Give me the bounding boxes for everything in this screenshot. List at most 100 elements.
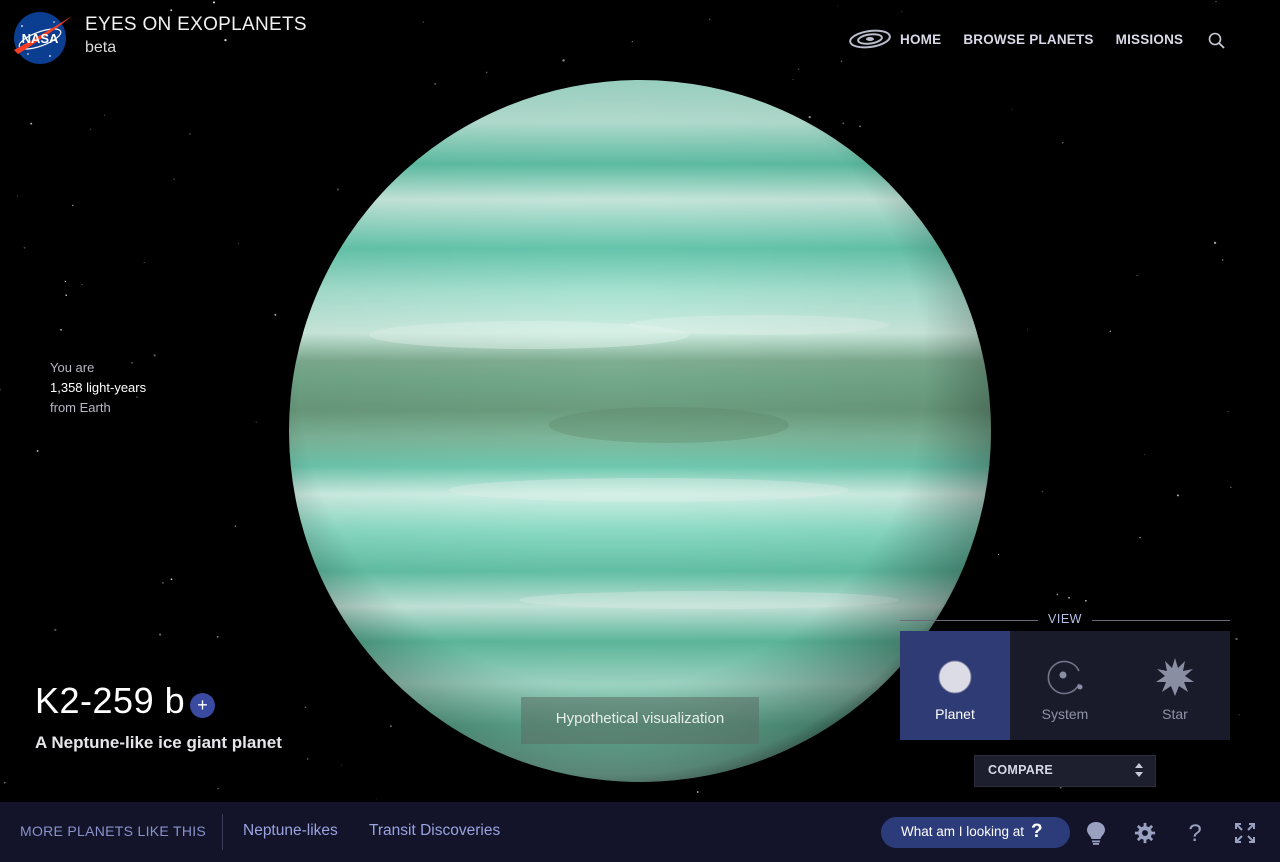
category-neptune-likes[interactable]: Neptune-likes xyxy=(243,822,338,840)
star-dot xyxy=(212,1,216,4)
star-dot xyxy=(170,9,173,12)
nasa-wordmark: NASA xyxy=(22,31,59,46)
nasa-logo[interactable]: NASA xyxy=(10,10,76,66)
star-dot xyxy=(1011,108,1013,110)
star-dot xyxy=(64,280,66,283)
star-dot xyxy=(840,60,843,63)
star-dot xyxy=(16,195,18,197)
star-dot xyxy=(1144,454,1145,456)
app-title: EYES ON EXOPLANETS xyxy=(85,14,307,35)
what-am-i-looking-at-button[interactable]: What am I looking at ? xyxy=(881,817,1070,848)
star-dot xyxy=(304,706,307,709)
view-title: VIEW xyxy=(1048,612,1082,626)
view-planet-label: Planet xyxy=(935,706,975,722)
star-dot xyxy=(422,21,424,23)
distance-suffix: from Earth xyxy=(50,400,111,415)
star-dot xyxy=(709,18,711,20)
star-dot xyxy=(153,354,156,357)
star-dot xyxy=(792,79,794,81)
bottom-divider xyxy=(222,814,223,850)
star-dot xyxy=(71,204,74,207)
star-dot xyxy=(1136,275,1138,277)
star-dot xyxy=(30,122,33,125)
fullscreen-icon[interactable] xyxy=(1234,821,1256,845)
star-dot xyxy=(158,633,162,636)
planet-tagline: A Neptune-like ice giant planet xyxy=(35,733,282,752)
system-icon xyxy=(1047,660,1083,695)
view-selector: Planet System Star xyxy=(900,631,1230,740)
add-planet-button[interactable]: + xyxy=(190,693,215,718)
star-icon xyxy=(1156,658,1194,696)
top-nav: HOME BROWSE PLANETS MISSIONS xyxy=(848,26,1227,52)
star-dot xyxy=(337,188,339,191)
star-dot xyxy=(1062,142,1064,144)
star-dot xyxy=(60,328,62,331)
star-dot xyxy=(1068,596,1071,599)
star-dot xyxy=(1041,490,1044,493)
star-dot xyxy=(238,242,239,244)
star-dot xyxy=(65,294,67,296)
search-icon[interactable] xyxy=(1207,31,1227,51)
star-dot xyxy=(1227,411,1229,413)
galaxy-icon[interactable] xyxy=(848,27,892,51)
help-icon[interactable]: ? xyxy=(1184,821,1206,845)
star-dot xyxy=(170,578,173,581)
star-dot xyxy=(234,525,236,527)
compare-dropdown[interactable]: COMPARE xyxy=(974,755,1156,787)
view-header: VIEW xyxy=(900,611,1230,629)
star-dot xyxy=(54,628,57,632)
star-dot xyxy=(797,68,800,70)
nav-home[interactable]: HOME xyxy=(900,32,941,47)
question-mark-icon: ? xyxy=(1031,821,1043,842)
category-transit-discoveries[interactable]: Transit Discoveries xyxy=(369,822,500,840)
star-dot xyxy=(837,5,839,7)
star-dot xyxy=(1238,714,1240,716)
star-dot xyxy=(307,758,309,760)
star-dot xyxy=(255,421,257,423)
more-planets-label: MORE PLANETS LIKE THIS xyxy=(20,823,207,839)
star-dot xyxy=(1109,330,1112,333)
planet-visualization[interactable] xyxy=(289,80,991,782)
star-dot xyxy=(189,133,191,135)
star-dot xyxy=(842,122,845,125)
star-dot xyxy=(562,59,565,62)
star-dot xyxy=(808,115,811,119)
planet-icon xyxy=(938,660,972,694)
star-dot xyxy=(104,114,106,116)
star-dot xyxy=(161,581,164,584)
distance-prefix: You are xyxy=(50,360,95,375)
star-dot xyxy=(434,82,437,85)
star-dot xyxy=(89,128,91,130)
what-label: What am I looking at xyxy=(901,824,1025,839)
star-dot xyxy=(1235,637,1238,641)
star-dot xyxy=(274,313,277,316)
planet-name: K2-259 b xyxy=(35,680,186,721)
nav-browse-planets[interactable]: BROWSE PLANETS xyxy=(963,32,1093,47)
star-dot xyxy=(1221,259,1224,261)
star-dot xyxy=(224,38,227,42)
view-star-button[interactable]: Star xyxy=(1120,631,1230,740)
star-dot xyxy=(696,791,699,793)
star-dot xyxy=(1056,593,1059,596)
star-dot xyxy=(173,178,175,180)
lightbulb-icon[interactable] xyxy=(1085,821,1107,845)
star-dot xyxy=(1213,241,1217,245)
star-dot xyxy=(485,71,488,74)
dropdown-arrows-icon xyxy=(1135,763,1143,777)
star-dot xyxy=(143,262,145,263)
star-dot xyxy=(1176,494,1179,497)
star-dot xyxy=(340,764,342,766)
gear-icon[interactable] xyxy=(1134,821,1156,845)
visualization-note: Hypothetical visualization xyxy=(521,697,759,744)
view-planet-button[interactable]: Planet xyxy=(900,631,1010,740)
star-dot xyxy=(216,635,219,638)
view-star-label: Star xyxy=(1162,706,1188,722)
nav-missions[interactable]: MISSIONS xyxy=(1116,32,1184,47)
star-dot xyxy=(376,798,378,800)
distance-readout: You are 1,358 light-years from Earth xyxy=(50,358,146,418)
star-dot xyxy=(859,125,861,128)
star-dot xyxy=(23,246,26,249)
distance-value: 1,358 light-years xyxy=(50,380,147,395)
view-system-button[interactable]: System xyxy=(1010,631,1120,740)
app-subtitle: beta xyxy=(85,39,117,56)
